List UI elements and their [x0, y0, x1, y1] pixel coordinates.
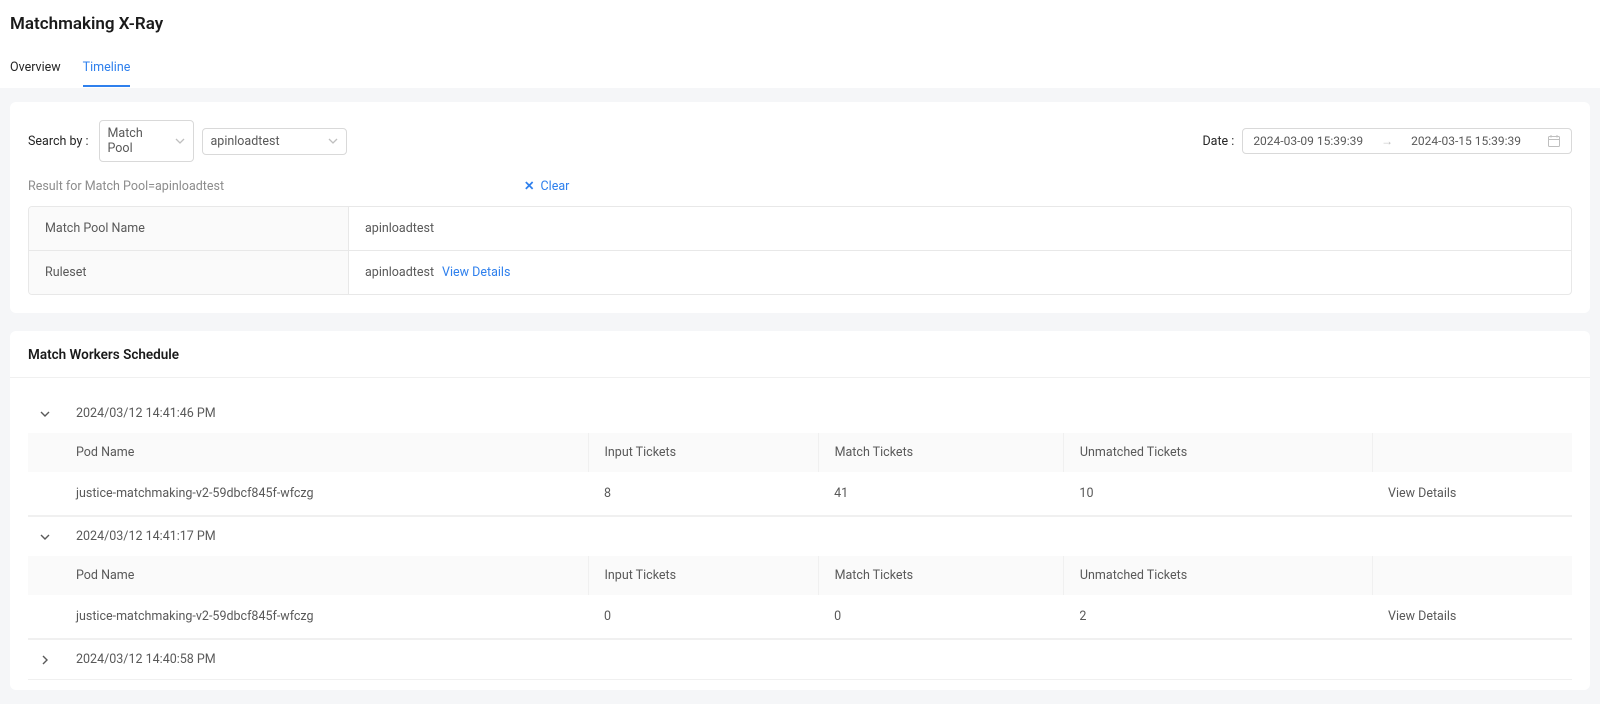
table-row: justice-matchmaking-v2-59dbcf845f-wfczg0… — [28, 595, 1572, 639]
date-label: Date : — [1202, 134, 1234, 149]
schedule-group-header[interactable]: 2024/03/12 14:41:17 PM — [28, 517, 1572, 556]
cell-unmatched-tickets: 10 — [1063, 472, 1372, 516]
schedule-group: 2024/03/12 14:41:17 PM Pod NameInput Tick… — [28, 517, 1572, 640]
chevron-down-icon — [328, 138, 338, 144]
cell-unmatched-tickets: 2 — [1063, 595, 1372, 639]
ruleset-view-details-link[interactable]: View Details — [442, 265, 510, 280]
info-row-matchpool: Match Pool Name apinloadtest — [29, 207, 1571, 251]
result-row: Result for Match Pool=apinloadtest ✕ Cle… — [28, 178, 1572, 194]
col-input-tickets: Input Tickets — [588, 433, 818, 472]
col-input-tickets: Input Tickets — [588, 556, 818, 595]
date-filter: Date : 2024-03-09 15:39:39 → 2024-03-15 … — [1202, 128, 1572, 154]
clear-button[interactable]: ✕ Clear — [524, 178, 569, 194]
schedule-group-header[interactable]: 2024/03/12 14:40:58 PM — [28, 640, 1572, 679]
col-unmatched-tickets: Unmatched Tickets — [1063, 556, 1372, 595]
search-card: Search by : Match Pool apinloadtest Date… — [10, 102, 1590, 313]
matchpool-name-label: Match Pool Name — [29, 207, 349, 250]
chevron-down-icon — [38, 411, 52, 417]
schedule-table: Pod NameInput TicketsMatch TicketsUnmatc… — [28, 556, 1572, 639]
page-title: Matchmaking X-Ray — [10, 14, 1590, 34]
content-area: Search by : Match Pool apinloadtest Date… — [0, 88, 1600, 704]
search-by-label: Search by : — [28, 134, 89, 149]
search-left: Search by : Match Pool apinloadtest — [28, 120, 347, 162]
date-to: 2024-03-15 15:39:39 — [1411, 134, 1521, 148]
info-row-ruleset: Ruleset apinloadtest View Details — [29, 251, 1571, 294]
calendar-icon — [1547, 134, 1561, 148]
arrow-right-icon: → — [1381, 134, 1393, 148]
col-match-tickets: Match Tickets — [818, 433, 1063, 472]
col-actions — [1372, 556, 1572, 595]
cell-match-tickets: 0 — [818, 595, 1063, 639]
date-range-picker[interactable]: 2024-03-09 15:39:39 → 2024-03-15 15:39:3… — [1242, 128, 1572, 154]
cell-pod-name: justice-matchmaking-v2-59dbcf845f-wfczg — [28, 472, 588, 516]
col-actions — [1372, 433, 1572, 472]
schedule-title: Match Workers Schedule — [28, 347, 1572, 363]
schedule-group-header[interactable]: 2024/03/12 14:41:46 PM — [28, 394, 1572, 433]
schedule-table: Pod NameInput TicketsMatch TicketsUnmatc… — [28, 433, 1572, 516]
schedule-card: Match Workers Schedule 2024/03/12 14:41:… — [10, 331, 1590, 690]
view-details-link[interactable]: View Details — [1372, 595, 1572, 639]
tab-timeline[interactable]: Timeline — [83, 52, 131, 87]
result-text: Result for Match Pool=apinloadtest — [28, 179, 224, 194]
schedule-header: Match Workers Schedule — [10, 331, 1590, 378]
schedule-timestamp: 2024/03/12 14:41:17 PM — [76, 529, 216, 544]
search-field-select[interactable]: Match Pool — [99, 120, 194, 162]
col-pod-name: Pod Name — [28, 433, 588, 472]
cell-pod-name: justice-matchmaking-v2-59dbcf845f-wfczg — [28, 595, 588, 639]
cell-input-tickets: 8 — [588, 472, 818, 516]
view-details-link[interactable]: View Details — [1372, 472, 1572, 516]
col-unmatched-tickets: Unmatched Tickets — [1063, 433, 1372, 472]
matchpool-name-value: apinloadtest — [349, 207, 1571, 250]
chevron-right-icon — [38, 655, 52, 665]
ruleset-label: Ruleset — [29, 251, 349, 294]
pool-info-table: Match Pool Name apinloadtest Ruleset api… — [28, 206, 1572, 295]
chevron-down-icon — [38, 534, 52, 540]
col-match-tickets: Match Tickets — [818, 556, 1063, 595]
schedule-group: 2024/03/12 14:41:46 PM Pod NameInput Tick… — [28, 394, 1572, 517]
ruleset-value: apinloadtest View Details — [349, 251, 1571, 294]
clear-label: Clear — [541, 179, 570, 194]
schedule-timestamp: 2024/03/12 14:41:46 PM — [76, 406, 216, 421]
search-value-select[interactable]: apinloadtest — [202, 128, 347, 155]
search-row: Search by : Match Pool apinloadtest Date… — [28, 120, 1572, 162]
schedule-timestamp: 2024/03/12 14:40:58 PM — [76, 652, 216, 667]
chevron-down-icon — [175, 138, 185, 144]
schedule-group: 2024/03/12 14:40:58 PM — [28, 640, 1572, 680]
cell-match-tickets: 41 — [818, 472, 1063, 516]
cell-input-tickets: 0 — [588, 595, 818, 639]
tabs: Overview Timeline — [10, 52, 1590, 88]
close-icon: ✕ — [524, 178, 534, 194]
schedule-body: 2024/03/12 14:41:46 PMPod NameInput Tick… — [10, 378, 1590, 690]
search-value: apinloadtest — [211, 134, 280, 149]
search-field-value: Match Pool — [108, 126, 165, 156]
tab-overview[interactable]: Overview — [10, 52, 61, 87]
table-row: justice-matchmaking-v2-59dbcf845f-wfczg8… — [28, 472, 1572, 516]
page-header: Matchmaking X-Ray Overview Timeline — [0, 0, 1600, 88]
date-from: 2024-03-09 15:39:39 — [1253, 134, 1363, 148]
col-pod-name: Pod Name — [28, 556, 588, 595]
